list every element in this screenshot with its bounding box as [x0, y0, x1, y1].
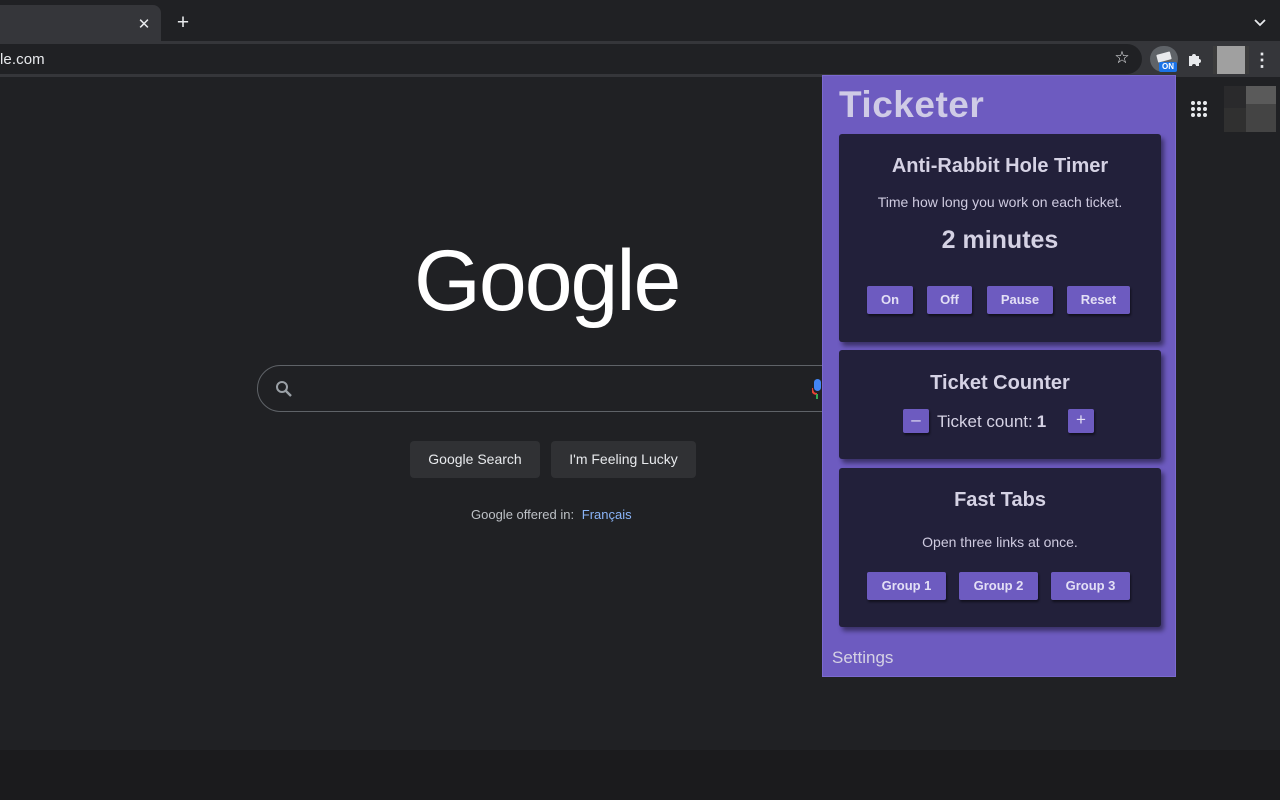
address-bar[interactable]: le.com ☆	[0, 44, 1142, 74]
timer-title: Anti-Rabbit Hole Timer	[891, 155, 1109, 177]
language-offer: Google offered in: Français	[471, 507, 632, 522]
ticket-count-value: 1	[1036, 412, 1047, 431]
timer-card: Anti-Rabbit Hole Timer Time how long you…	[839, 134, 1161, 342]
fast-tabs-card: Fast Tabs Open three links at once. Grou…	[839, 468, 1161, 627]
group-2-button[interactable]: Group 2	[959, 572, 1038, 600]
tab-strip: ✕ +	[0, 0, 1280, 41]
browser-toolbar: le.com ☆ ON ⋮	[0, 41, 1280, 77]
counter-title: Ticket Counter	[930, 372, 1070, 394]
timer-display: 2 minutes	[941, 226, 1059, 254]
fast-tabs-description: Open three links at once.	[922, 534, 1078, 550]
timer-on-button[interactable]: On	[867, 286, 913, 314]
offered-label: Google offered in:	[471, 507, 575, 522]
language-link[interactable]: Français	[582, 507, 632, 522]
avatar	[1217, 46, 1245, 74]
search-input[interactable]	[257, 365, 877, 412]
google-logo: Google	[414, 233, 681, 329]
timer-off-button[interactable]: Off	[927, 286, 972, 314]
feeling-lucky-button[interactable]: I'm Feeling Lucky	[551, 441, 696, 478]
popup-title: Ticketer	[839, 84, 985, 125]
decrement-button[interactable]: –	[903, 409, 929, 433]
tab-close-icon[interactable]: ✕	[136, 17, 152, 33]
bookmark-star-icon[interactable]: ☆	[1113, 49, 1131, 67]
fast-tabs-title: Fast Tabs	[954, 489, 1046, 511]
ticket-count: Ticket count: 1	[937, 412, 1046, 432]
ticketer-popup: Ticketer Anti-Rabbit Hole Timer Time how…	[822, 75, 1176, 677]
puzzle-icon[interactable]	[1185, 50, 1205, 70]
apps-grid-icon[interactable]	[1190, 100, 1208, 118]
active-tab[interactable]: ✕	[0, 5, 161, 41]
increment-button[interactable]: +	[1068, 409, 1094, 433]
timer-reset-button[interactable]: Reset	[1067, 286, 1130, 314]
microphone-icon[interactable]	[812, 378, 822, 400]
timer-pause-button[interactable]: Pause	[987, 286, 1053, 314]
group-1-button[interactable]: Group 1	[867, 572, 946, 600]
bottom-area	[0, 750, 1280, 800]
extension-badge: ON	[1159, 62, 1177, 72]
google-search-button[interactable]: Google Search	[410, 441, 540, 478]
new-tab-button[interactable]: +	[172, 12, 194, 34]
timer-description: Time how long you work on each ticket.	[877, 194, 1123, 210]
account-avatar[interactable]	[1224, 86, 1276, 132]
menu-icon[interactable]: ⋮	[1253, 50, 1271, 70]
url-text[interactable]: le.com	[0, 51, 45, 68]
settings-link[interactable]: Settings	[832, 648, 893, 668]
search-icon	[276, 381, 292, 397]
counter-card: Ticket Counter – Ticket count: 1 +	[839, 350, 1161, 459]
ticket-count-label: Ticket count:	[937, 412, 1033, 431]
chevron-down-icon[interactable]	[1252, 14, 1268, 30]
group-3-button[interactable]: Group 3	[1051, 572, 1130, 600]
profile-button[interactable]	[1213, 46, 1249, 74]
